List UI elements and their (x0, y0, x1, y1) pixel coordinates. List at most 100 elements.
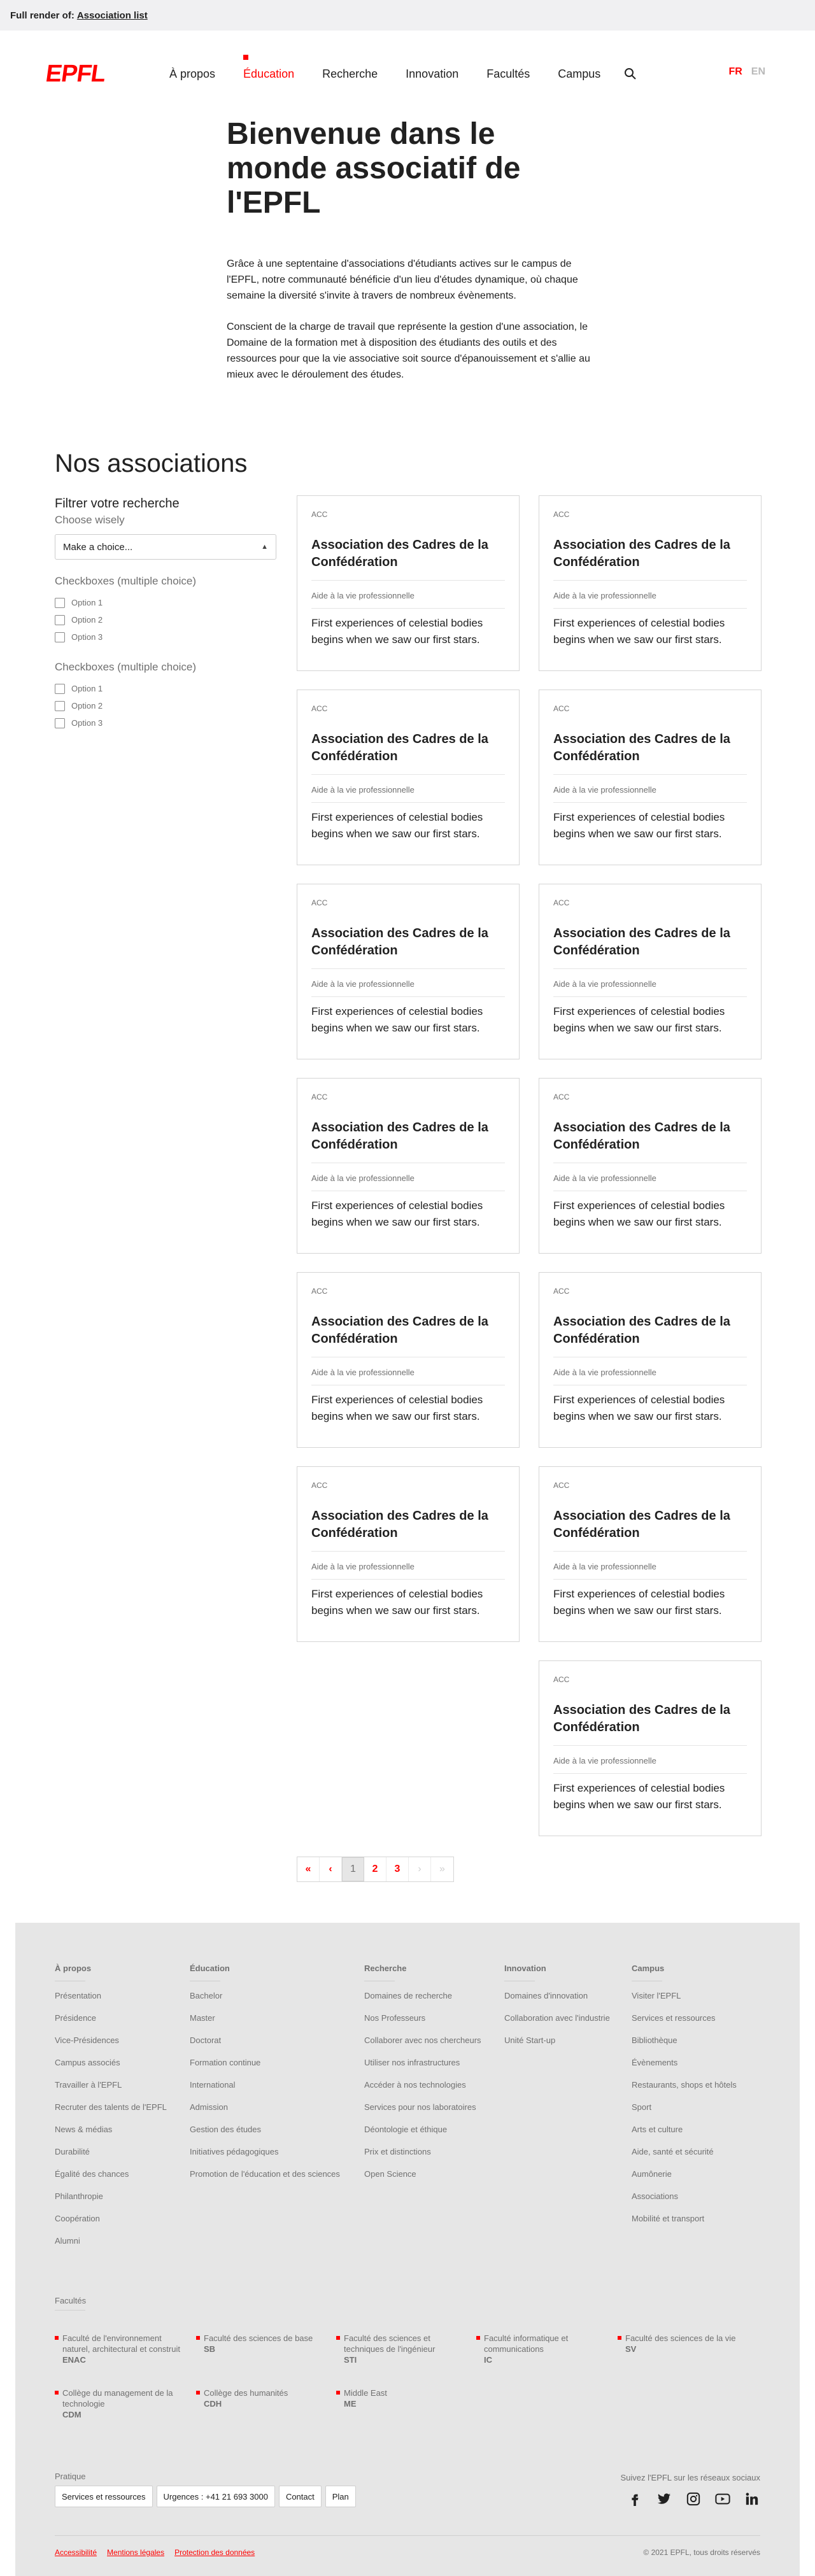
association-card[interactable]: ACC Association des Cadres de la Confédér… (297, 1272, 520, 1448)
footer-link[interactable]: News & médias (55, 2124, 167, 2146)
association-card[interactable]: ACC Association des Cadres de la Confédér… (539, 884, 762, 1059)
checkbox-option[interactable]: Option 2 (55, 611, 278, 628)
footer-link[interactable]: Coopération (55, 2213, 167, 2235)
youtube-icon[interactable] (714, 2491, 731, 2507)
card-title[interactable]: Association des Cadres de la Confédérati… (553, 537, 747, 571)
footer-link[interactable]: Visiter l'EPFL (632, 1990, 737, 2013)
search-icon[interactable] (624, 67, 637, 80)
checkbox-option[interactable]: Option 3 (55, 628, 278, 646)
legal-accessibility-link[interactable]: Accessibilité (55, 2548, 97, 2557)
footer-link[interactable]: Accéder à nos technologies (364, 2079, 481, 2102)
footer-link[interactable]: Présidence (55, 2013, 167, 2035)
instagram-icon[interactable] (685, 2491, 702, 2507)
lang-en[interactable]: EN (751, 66, 765, 78)
pratique-urgences-button[interactable]: Urgences : +41 21 693 3000 (156, 2486, 275, 2507)
faculty-link[interactable]: Faculté de l'environnement naturel, arch… (55, 2333, 182, 2365)
card-title[interactable]: Association des Cadres de la Confédérati… (553, 1119, 747, 1154)
footer-link[interactable]: Vice-Présidences (55, 2035, 167, 2057)
pagination-first-button[interactable]: « (297, 1857, 320, 1881)
footer-link[interactable]: Admission (190, 2102, 340, 2124)
association-card[interactable]: ACC Association des Cadres de la Confédér… (539, 1660, 762, 1836)
render-banner-link[interactable]: Association list (77, 10, 148, 21)
association-card[interactable]: ACC Association des Cadres de la Confédér… (539, 690, 762, 865)
card-title[interactable]: Association des Cadres de la Confédérati… (311, 1313, 505, 1348)
footer-link[interactable]: Formation continue (190, 2057, 340, 2079)
footer-link[interactable]: Recruter des talents de l'EPFL (55, 2102, 167, 2124)
pagination-page-1[interactable]: 1 (342, 1857, 364, 1881)
footer-link[interactable]: Utiliser nos infrastructures (364, 2057, 481, 2079)
faculty-link[interactable]: Faculté des sciences de la vie SV (618, 2333, 745, 2354)
faculty-link[interactable]: Middle East ME (336, 2388, 464, 2409)
footer-link[interactable]: Prix et distinctions (364, 2146, 481, 2169)
footer-link[interactable]: Aide, santé et sécurité (632, 2146, 737, 2169)
epfl-logo[interactable]: EPFL (44, 60, 143, 88)
footer-link[interactable]: Services pour nos laboratoires (364, 2102, 481, 2124)
association-card[interactable]: ACC Association des Cadres de la Confédér… (539, 495, 762, 671)
legal-mentions-link[interactable]: Mentions légales (107, 2548, 164, 2557)
footer-link[interactable]: Promotion de l'éducation et des sciences (190, 2169, 340, 2191)
nav-item-recherche[interactable]: Recherche (322, 67, 378, 81)
card-title[interactable]: Association des Cadres de la Confédérati… (311, 731, 505, 765)
card-title[interactable]: Association des Cadres de la Confédérati… (311, 1508, 505, 1542)
checkbox[interactable] (55, 614, 65, 625)
footer-link[interactable]: Sport (632, 2102, 737, 2124)
faculty-link[interactable]: Faculté des sciences et techniques de l'… (336, 2333, 464, 2365)
footer-link[interactable]: Aumônerie (632, 2169, 737, 2191)
faculty-link[interactable]: Collège du management de la technologie C… (55, 2388, 182, 2420)
linkedin-icon[interactable] (744, 2491, 760, 2507)
footer-link[interactable]: Nos Professeurs (364, 2013, 481, 2035)
facebook-icon[interactable] (627, 2491, 643, 2507)
footer-link[interactable]: Domaines d'innovation (504, 1990, 610, 2013)
association-card[interactable]: ACC Association des Cadres de la Confédér… (539, 1466, 762, 1642)
footer-link[interactable]: Arts et culture (632, 2124, 737, 2146)
checkbox-option[interactable]: Option 1 (55, 594, 278, 611)
footer-link[interactable]: Travailler à l'EPFL (55, 2079, 167, 2102)
footer-link[interactable]: Durabilité (55, 2146, 167, 2169)
footer-link[interactable]: Évènements (632, 2057, 737, 2079)
checkbox[interactable] (55, 632, 65, 642)
footer-link[interactable]: Mobilité et transport (632, 2213, 737, 2235)
filter-select[interactable]: Make a choice... ▲ (55, 534, 276, 560)
footer-link[interactable]: Présentation (55, 1990, 167, 2013)
footer-link[interactable]: Restaurants, shops et hôtels (632, 2079, 737, 2102)
pratique-plan-button[interactable]: Plan (325, 2486, 356, 2507)
footer-link[interactable]: Alumni (55, 2235, 167, 2258)
card-title[interactable]: Association des Cadres de la Confédérati… (311, 537, 505, 571)
nav-item-innovation[interactable]: Innovation (406, 67, 458, 81)
pagination-page-3[interactable]: 3 (386, 1857, 409, 1881)
card-title[interactable]: Association des Cadres de la Confédérati… (553, 1702, 747, 1736)
footer-link[interactable]: International (190, 2079, 340, 2102)
nav-item-facultes[interactable]: Facultés (486, 67, 530, 81)
footer-link[interactable]: Associations (632, 2191, 737, 2213)
faculty-link[interactable]: Collège des humanités CDH (196, 2388, 323, 2409)
footer-link[interactable]: Bibliothèque (632, 2035, 737, 2057)
pratique-contact-button[interactable]: Contact (278, 2486, 322, 2507)
checkbox[interactable] (55, 700, 65, 711)
footer-link[interactable]: Initiatives pédagogiques (190, 2146, 340, 2169)
checkbox[interactable] (55, 597, 65, 608)
card-title[interactable]: Association des Cadres de la Confédérati… (311, 925, 505, 959)
association-card[interactable]: ACC Association des Cadres de la Confédér… (297, 690, 520, 865)
card-title[interactable]: Association des Cadres de la Confédérati… (553, 925, 747, 959)
footer-link[interactable]: Domaines de recherche (364, 1990, 481, 2013)
association-card[interactable]: ACC Association des Cadres de la Confédér… (539, 1272, 762, 1448)
checkbox-option[interactable]: Option 2 (55, 697, 278, 714)
footer-link[interactable]: Master (190, 2013, 340, 2035)
legal-privacy-link[interactable]: Protection des données (174, 2548, 255, 2557)
pagination-prev-button[interactable]: ‹ (320, 1857, 342, 1881)
faculty-link[interactable]: Faculté des sciences de base SB (196, 2333, 323, 2354)
footer-link[interactable]: Collaboration avec l'industrie (504, 2013, 610, 2035)
checkbox-option[interactable]: Option 1 (55, 680, 278, 697)
footer-link[interactable]: Services et ressources (632, 2013, 737, 2035)
pagination-next-button[interactable]: › (409, 1857, 431, 1881)
card-title[interactable]: Association des Cadres de la Confédérati… (553, 1508, 747, 1542)
footer-link[interactable]: Gestion des études (190, 2124, 340, 2146)
pagination-last-button[interactable]: » (431, 1857, 453, 1881)
pagination-page-2[interactable]: 2 (364, 1857, 386, 1881)
footer-link[interactable]: Bachelor (190, 1990, 340, 2013)
association-card[interactable]: ACC Association des Cadres de la Confédér… (539, 1078, 762, 1254)
nav-item-education[interactable]: Éducation (243, 54, 294, 81)
faculty-link[interactable]: Faculté informatique et communications IC (476, 2333, 604, 2365)
checkbox[interactable] (55, 683, 65, 694)
footer-link[interactable]: Déontologie et éthique (364, 2124, 481, 2146)
